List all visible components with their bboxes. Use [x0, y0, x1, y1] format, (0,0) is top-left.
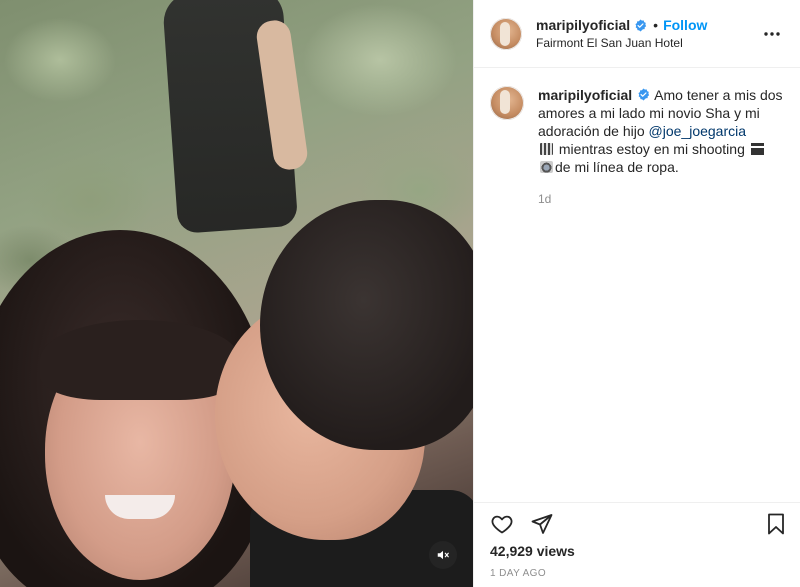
instagram-post: maripilyoficial • Follow Fairmont El San… — [0, 0, 800, 587]
woman-bangs — [40, 320, 240, 400]
follow-button[interactable]: Follow — [663, 17, 707, 33]
verified-badge-icon — [634, 19, 647, 32]
caption-text-2: mientras estoy en mi shooting — [555, 141, 749, 157]
bookmark-icon — [768, 513, 784, 535]
mute-button[interactable] — [429, 541, 457, 569]
caption-username-link[interactable]: maripilyoficial — [538, 87, 632, 103]
more-options-button[interactable] — [760, 22, 784, 46]
muted-speaker-icon — [437, 550, 449, 560]
verified-badge-icon — [637, 88, 650, 101]
caption-body: maripilyoficial Amo tener a mis dos amor… — [538, 86, 784, 208]
heart-icon — [491, 515, 513, 534]
paper-plane-icon — [531, 514, 553, 534]
man-hair — [260, 200, 473, 450]
clapperboard-emoji-icon — [750, 143, 764, 155]
post-sidebar: maripilyoficial • Follow Fairmont El San… — [473, 0, 800, 587]
caption-text-3: de mi línea de ropa. — [555, 159, 679, 175]
caption-time-ago: 1d — [538, 192, 552, 206]
post-header: maripilyoficial • Follow Fairmont El San… — [474, 0, 800, 68]
header-line: maripilyoficial • Follow — [536, 17, 760, 33]
like-button[interactable] — [490, 512, 514, 536]
more-options-icon — [764, 31, 780, 36]
camera-emoji-icon — [540, 161, 553, 173]
header-text: maripilyoficial • Follow Fairmont El San… — [536, 17, 760, 50]
separator-dot: • — [653, 17, 659, 33]
save-button[interactable] — [764, 512, 788, 536]
film-emoji-icon — [540, 143, 553, 155]
caption-avatar[interactable] — [490, 86, 524, 120]
post-date[interactable]: 1 DAY AGO — [490, 568, 546, 579]
view-count[interactable]: 42,929 views — [490, 543, 575, 559]
post-caption: maripilyoficial Amo tener a mis dos amor… — [474, 68, 800, 208]
mention-link[interactable]: @joe_joegarcia — [649, 123, 747, 139]
post-video[interactable] — [0, 0, 473, 587]
action-bar — [474, 502, 800, 542]
location-link[interactable]: Fairmont El San Juan Hotel — [536, 36, 760, 50]
share-button[interactable] — [530, 512, 554, 536]
avatar[interactable] — [490, 17, 522, 50]
username-link[interactable]: maripilyoficial — [536, 17, 630, 33]
